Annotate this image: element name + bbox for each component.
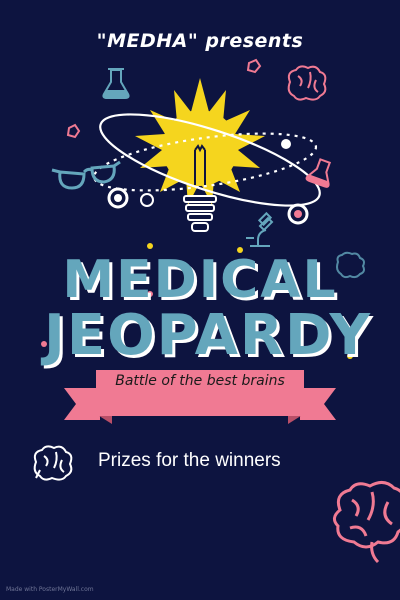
flask-icon bbox=[102, 68, 130, 99]
pentagon-icon bbox=[246, 58, 262, 74]
brain-icon bbox=[33, 445, 73, 481]
title-line-2: JEOPARDY bbox=[43, 303, 373, 368]
glasses-icon bbox=[51, 160, 121, 190]
tagline: Battle of the best brains bbox=[115, 373, 285, 389]
poster: "MEDHA" presents MEDICAL JEOPARDY Battle… bbox=[0, 0, 400, 600]
microscope-icon bbox=[246, 211, 274, 247]
watermark: Made with PosterMyWall.com bbox=[6, 586, 94, 593]
brain-icon bbox=[287, 65, 327, 101]
prizes-text: Prizes for the winners bbox=[98, 450, 281, 471]
pentagon-icon bbox=[66, 123, 81, 139]
flask-icon bbox=[305, 158, 332, 188]
title-line-1: MEDICAL bbox=[62, 250, 338, 310]
brain-icon bbox=[333, 481, 400, 564]
